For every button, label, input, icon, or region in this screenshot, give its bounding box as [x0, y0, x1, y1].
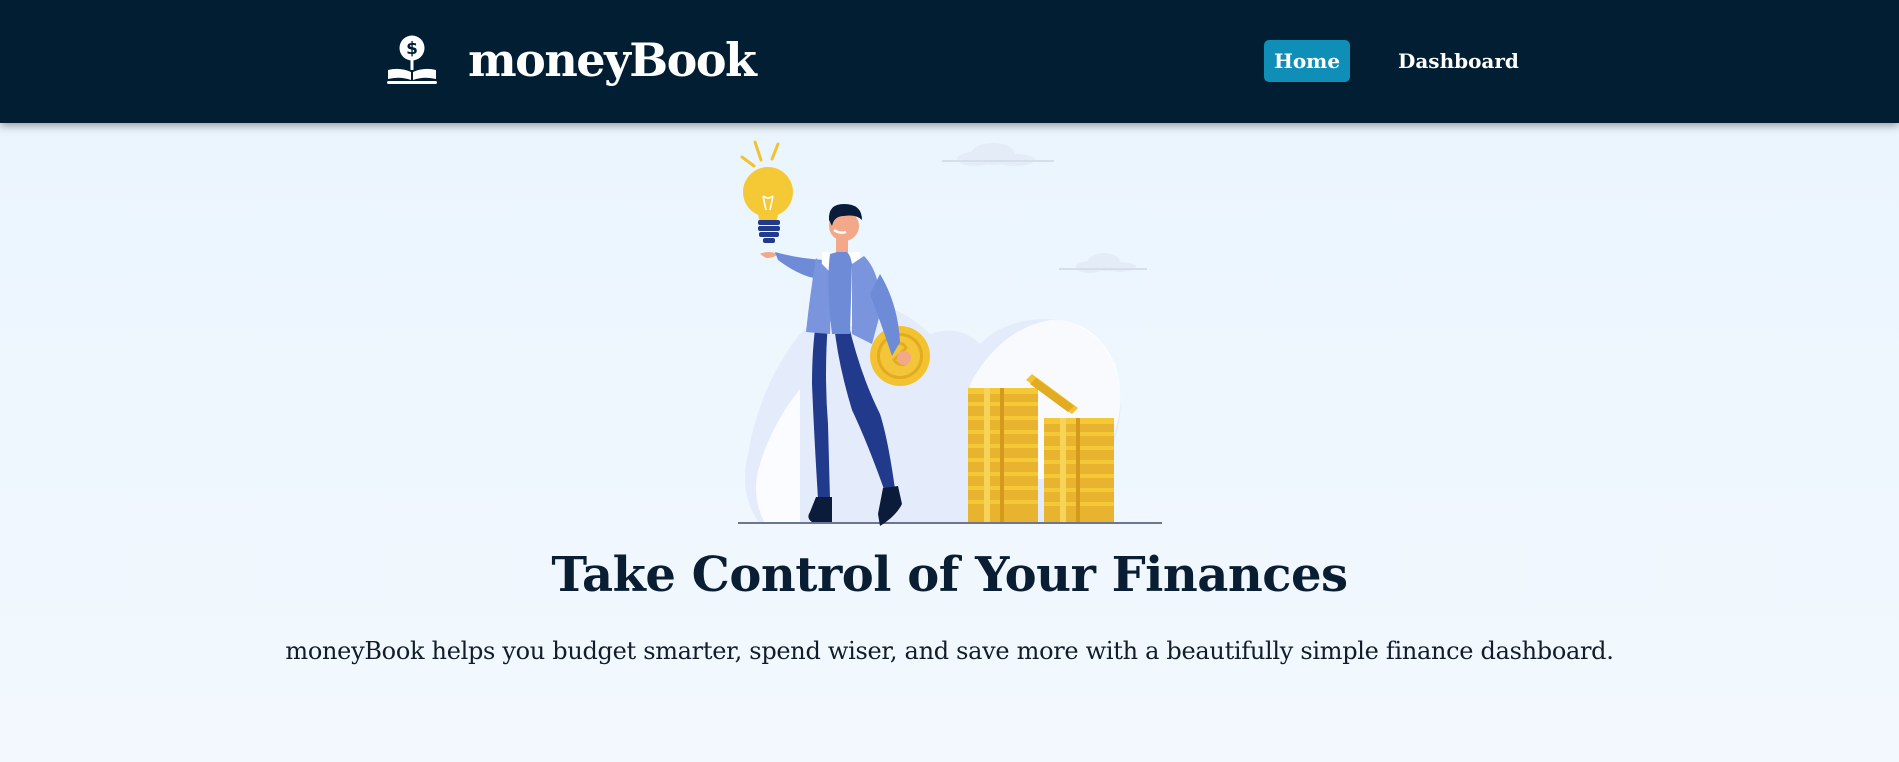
- nav-home-link[interactable]: Home: [1264, 40, 1350, 82]
- hero-illustration: [738, 140, 1162, 526]
- top-navbar: $ moneyBook Home Dashboard: [0, 0, 1899, 123]
- coin-stack: [968, 388, 1038, 522]
- cloud-icon: [942, 143, 1054, 166]
- cloud-icon: [1059, 253, 1147, 273]
- brand-name: moneyBook: [468, 33, 757, 87]
- brand-logo[interactable]: $ moneyBook: [384, 30, 757, 90]
- dollar-book-icon: $: [387, 35, 437, 84]
- nav-dashboard-link[interactable]: Dashboard: [1388, 40, 1529, 82]
- ground-line: [738, 522, 1162, 524]
- svg-text:$: $: [406, 39, 418, 59]
- hero-subtitle: moneyBook helps you budget smarter, spen…: [285, 637, 1614, 665]
- lightbulb-icon: [740, 140, 793, 243]
- hero-title: Take Control of Your Finances: [551, 547, 1348, 603]
